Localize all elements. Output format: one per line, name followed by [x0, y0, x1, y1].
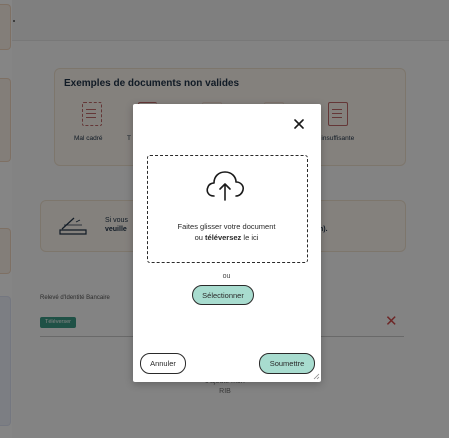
cancel-button[interactable]: Annuler	[140, 353, 186, 374]
close-icon[interactable]	[292, 117, 306, 131]
dropzone-prefix: ou	[194, 233, 206, 242]
cloud-upload-icon	[206, 171, 244, 201]
resize-grip-icon[interactable]	[313, 373, 320, 380]
page: Exemples de documents non valides Mal ca…	[0, 0, 449, 438]
submit-button[interactable]: Soumettre	[259, 353, 315, 374]
or-separator: ou	[222, 273, 231, 280]
dropzone-instruction-2: ou téléversez le ici	[147, 233, 306, 242]
select-file-button[interactable]: Sélectionner	[192, 285, 254, 305]
dropzone-suffix: le ici	[241, 233, 259, 242]
dropzone-upload-link[interactable]: téléversez	[205, 233, 241, 242]
dropzone-instruction: Faites glisser votre document	[177, 222, 276, 231]
